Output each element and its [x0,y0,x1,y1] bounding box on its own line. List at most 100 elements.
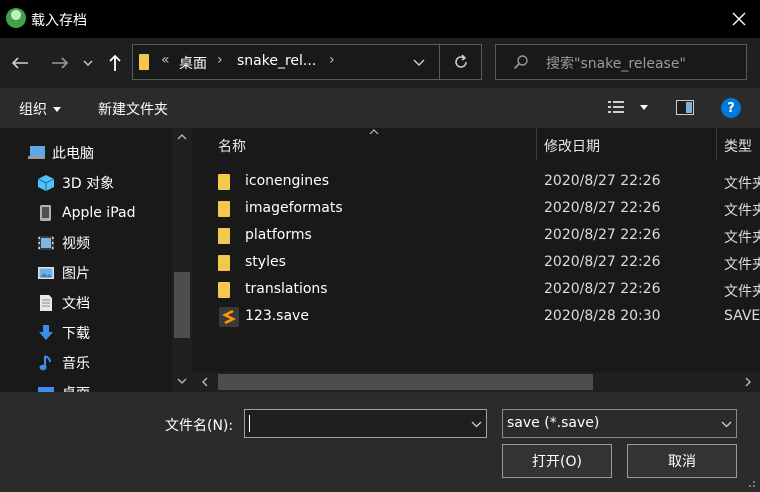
save-file-icon [219,307,239,327]
file-list[interactable]: 名称 修改日期 类型 iconengines 2020/8/27 22:26 文… [192,128,760,392]
address-bar[interactable]: « 桌面 › snake_rel... › [132,44,482,80]
column-divider[interactable] [716,128,717,160]
close-button[interactable] [722,3,756,35]
file-row[interactable]: translations 2020/8/27 22:26 文件夹 [212,277,760,304]
sidebar-item-label: 音乐 [62,356,90,372]
sidebar-item-pictures[interactable]: 图片 [0,258,172,288]
search-box[interactable]: 搜索"snake_release" [495,44,747,80]
chevron-down-icon [721,421,732,428]
filename-label: 文件名(N): [165,418,234,434]
back-arrow-icon [11,57,28,69]
column-header-date[interactable]: 修改日期 [544,136,600,156]
scroll-down-icon[interactable] [177,378,187,384]
organize-menu[interactable]: 组织 [19,99,61,119]
column-divider[interactable] [536,128,537,160]
command-bar: 组织 新建文件夹 ? [0,88,760,128]
view-options-button[interactable] [608,100,648,114]
file-name: translations [245,281,328,297]
computer-icon [28,146,45,159]
new-folder-button[interactable]: 新建文件夹 [98,99,168,119]
3d-objects-icon [38,175,54,191]
resize-grip-icon[interactable] [744,480,756,490]
pictures-icon [38,267,54,279]
folder-icon [218,255,230,271]
recent-locations-button[interactable] [78,50,98,76]
file-row[interactable]: platforms 2020/8/27 22:26 文件夹 [212,223,760,250]
sidebar-scrollbar[interactable] [172,128,192,392]
file-date: 2020/8/27 22:26 [544,173,661,189]
help-icon[interactable]: ? [721,98,741,118]
chevron-down-icon [83,60,93,66]
file-date: 2020/8/27 22:26 [544,227,661,243]
sidebar-item-label: 此电脑 [52,146,94,162]
scrollbar-thumb[interactable] [218,374,593,390]
file-name: 123.save [245,308,309,324]
sidebar-item-this-pc[interactable]: 此电脑 [0,138,172,168]
preview-pane-icon[interactable] [676,100,694,115]
breadcrumb-desktop[interactable]: 桌面 [179,53,207,73]
text-cursor [249,415,250,432]
sidebar-item-label: 文档 [62,296,90,312]
cancel-button[interactable]: 取消 [627,444,737,478]
window-title: 载入存档 [31,13,87,29]
file-row[interactable]: iconengines 2020/8/27 22:26 文件夹 [212,169,760,196]
sidebar-item-downloads[interactable]: 下载 [0,318,172,348]
breadcrumb-current[interactable]: snake_rel... [237,53,316,69]
sidebar-item-3d-objects[interactable]: 3D 对象 [0,168,172,198]
file-date: 2020/8/28 20:30 [544,308,661,324]
folder-icon [218,201,230,217]
file-row[interactable]: imageformats 2020/8/27 22:26 文件夹 [212,196,760,223]
sidebar-item-label: 3D 对象 [62,176,115,192]
forward-arrow-icon [52,57,69,69]
desktop-icon [38,387,54,392]
file-type: 文件夹 [724,284,760,300]
column-header-name[interactable]: 名称 [218,136,246,156]
column-header-row: 名称 修改日期 类型 [192,128,760,160]
search-placeholder: 搜索"snake_release" [546,56,686,72]
sidebar-item-documents[interactable]: 文档 [0,288,172,318]
details-view-icon [608,101,624,113]
file-name: imageformats [245,200,343,216]
horizontal-scrollbar[interactable] [192,372,760,392]
sidebar-item-desktop[interactable]: 桌面 [0,378,172,392]
app-icon [6,8,26,28]
file-row[interactable]: 123.save 2020/8/28 20:30 SAVE [212,304,760,331]
file-name: iconengines [245,173,330,189]
navigation-pane[interactable]: 此电脑 3D 对象 Apple iPad 视频 图片 文档 下载 音乐 [0,128,192,392]
sidebar-item-music[interactable]: 音乐 [0,348,172,378]
refresh-icon[interactable] [453,54,469,70]
caret-down-icon [53,106,61,112]
folder-icon [218,174,230,190]
file-row[interactable]: styles 2020/8/27 22:26 文件夹 [212,250,760,277]
file-type: 文件夹 [724,203,760,219]
back-button[interactable] [7,50,33,76]
scroll-up-icon[interactable] [177,134,187,140]
caret-down-icon [640,104,648,110]
sidebar-item-label: 视频 [62,236,90,252]
address-dropdown-icon[interactable] [413,59,425,67]
sidebar-item-videos[interactable]: 视频 [0,228,172,258]
forward-button[interactable] [47,50,73,76]
video-icon [38,236,54,250]
file-type-filter[interactable]: save (*.save) [502,409,737,438]
sidebar-item-label: 图片 [62,266,90,282]
up-arrow-icon [109,54,121,71]
address-overflow[interactable]: « [161,52,170,68]
breadcrumb-separator[interactable]: › [329,52,335,68]
chevron-down-icon[interactable] [471,421,482,428]
music-icon [39,355,51,371]
sidebar-item-apple-ipad[interactable]: Apple iPad [0,198,172,228]
sidebar-item-label: Apple iPad [62,205,136,221]
breadcrumb-separator[interactable]: › [217,52,223,68]
download-icon [39,325,53,340]
filename-input[interactable] [244,409,487,438]
scroll-right-icon[interactable] [745,377,751,387]
scrollbar-thumb[interactable] [174,272,190,338]
file-name: styles [245,254,286,270]
organize-label: 组织 [19,102,47,118]
scroll-left-icon[interactable] [202,377,208,387]
up-button[interactable] [102,50,128,76]
column-header-type[interactable]: 类型 [724,136,752,156]
close-icon [732,12,746,26]
open-button[interactable]: 打开(O) [502,444,612,478]
